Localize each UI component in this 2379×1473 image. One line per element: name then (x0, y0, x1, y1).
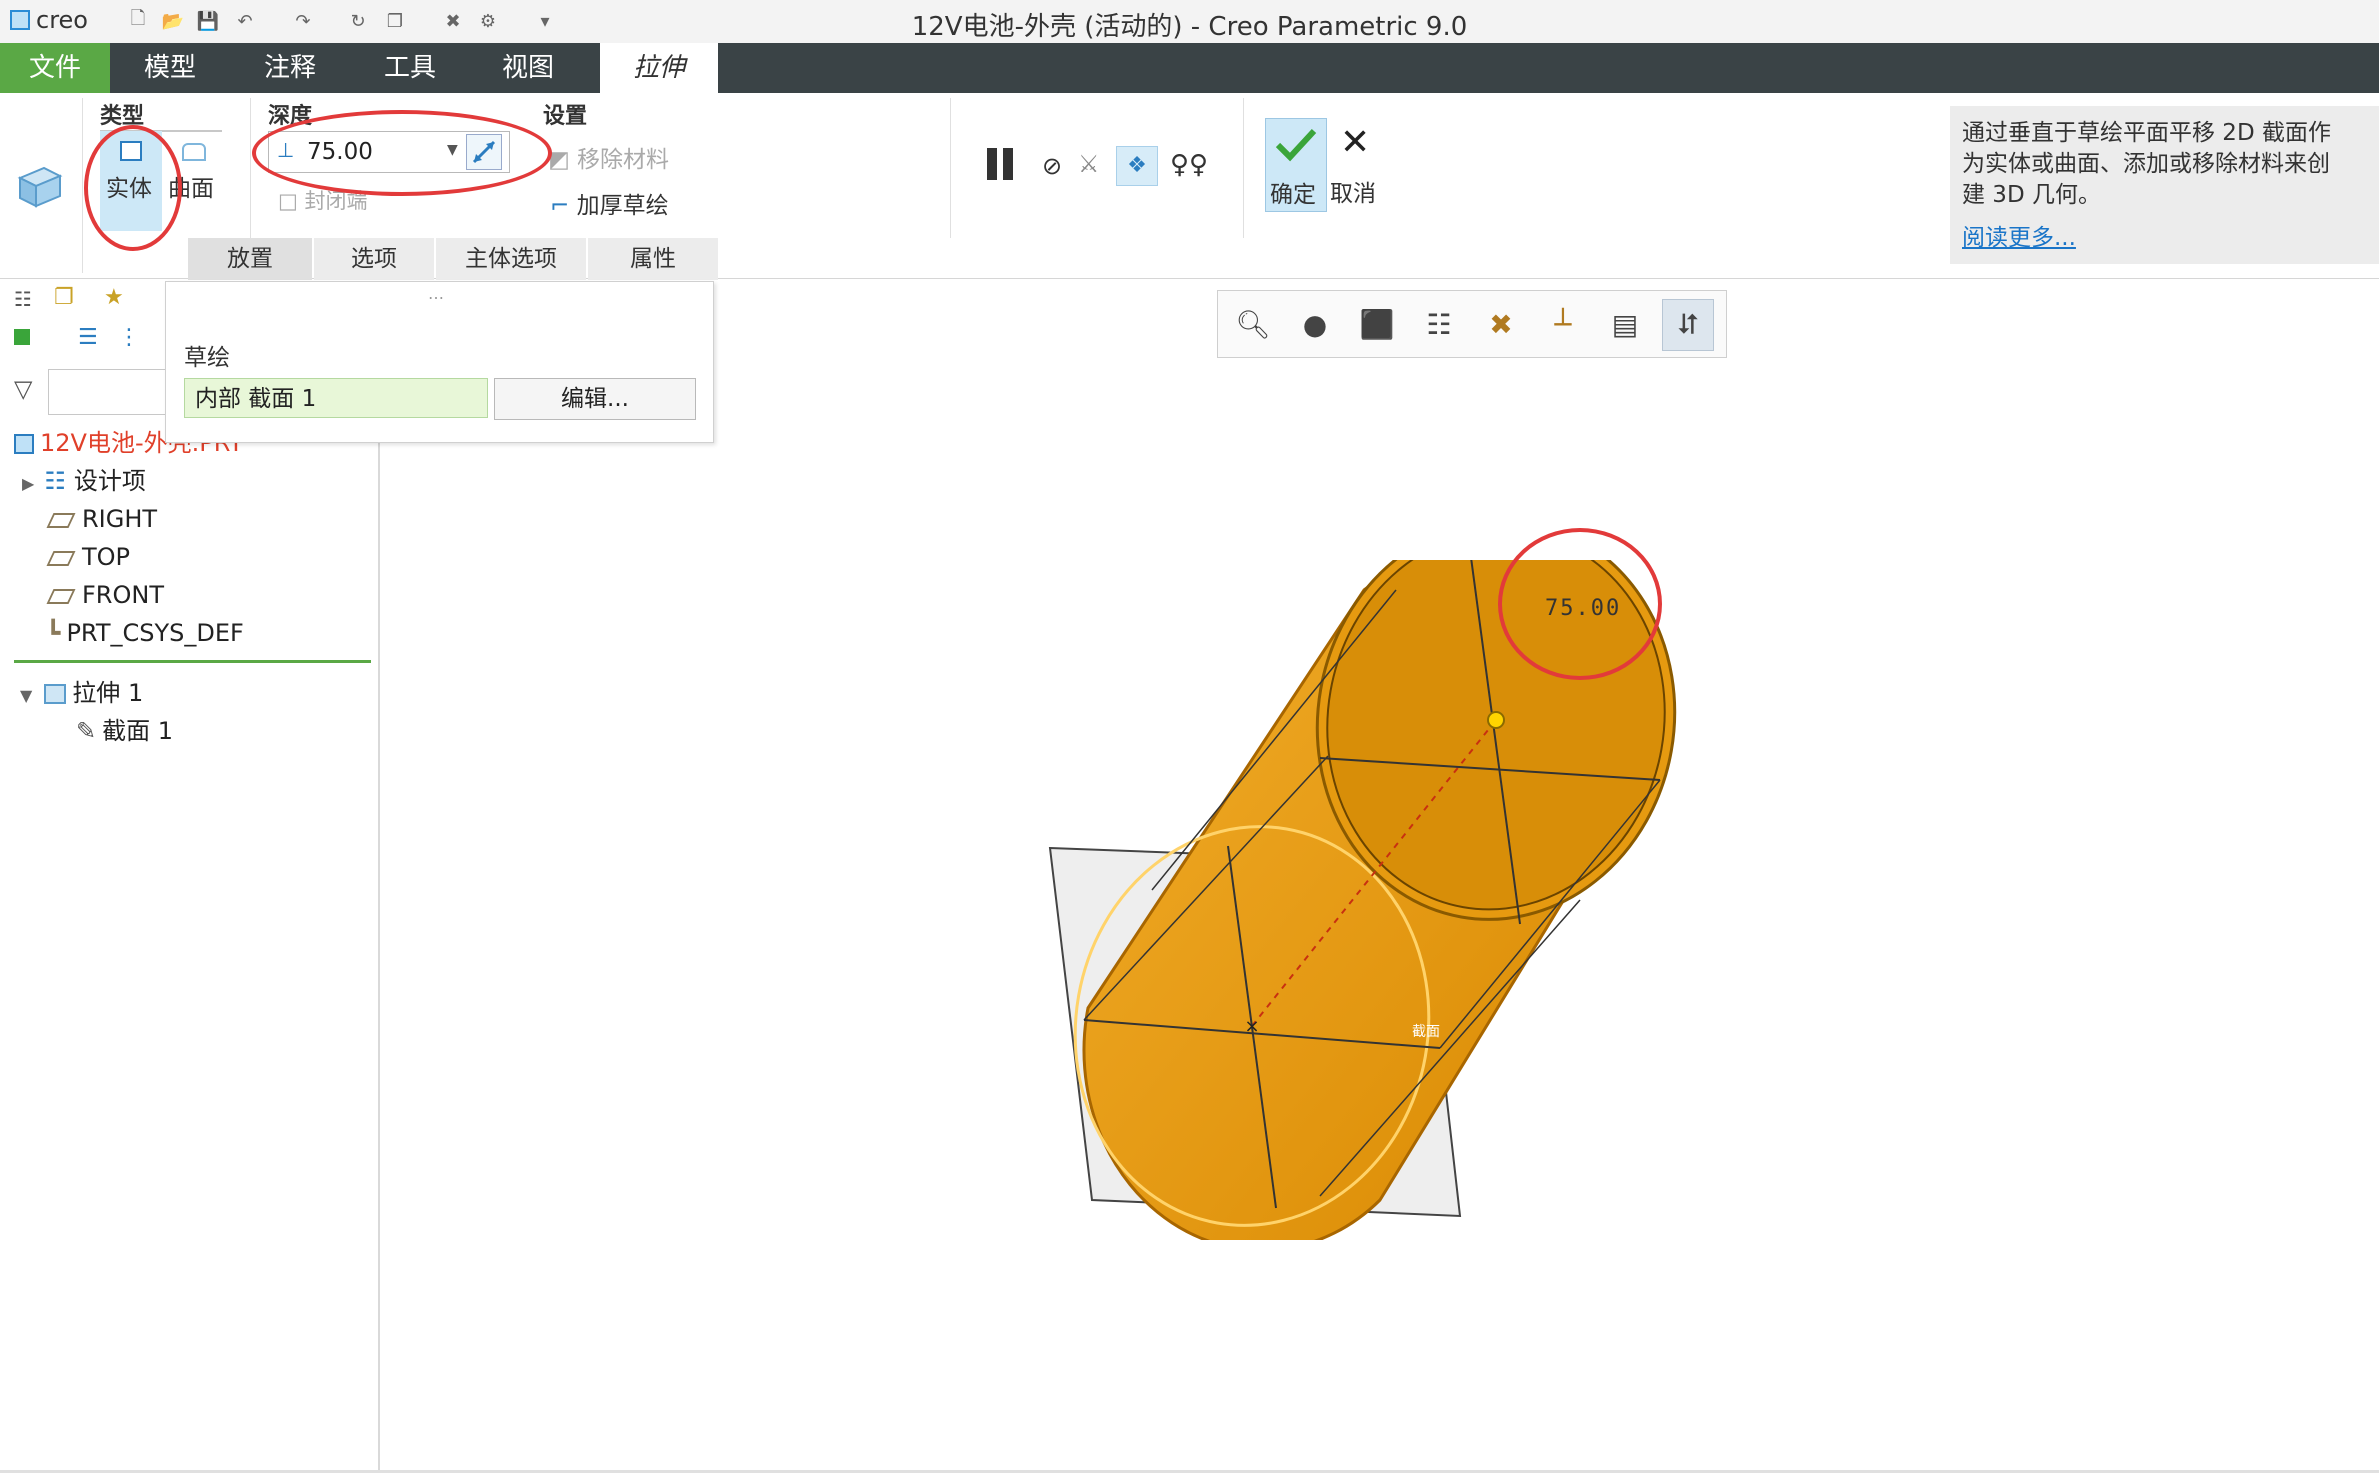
ribbon-separator (1243, 98, 1244, 238)
tree-item-label: RIGHT (82, 505, 158, 533)
highlight-circle-dimension (1498, 528, 1662, 680)
read-more-link[interactable]: 阅读更多... (1962, 218, 2076, 252)
tree-feature-label: 拉伸 1 (72, 679, 144, 707)
sketch-label: 草绘 (184, 345, 230, 371)
subtab-body-options[interactable]: 主体选项 (436, 238, 586, 280)
sketch-collector[interactable]: 内部 截面 1 (184, 378, 488, 418)
tree-filter-icon[interactable]: ⋮ (118, 325, 140, 350)
tab-view[interactable]: 视图 (478, 43, 578, 93)
tab-extrude[interactable]: 拉伸 (600, 43, 718, 93)
attached-preview-icon[interactable]: ⚔ (1078, 150, 1100, 178)
folder-browser-tab-icon[interactable]: ❐ (54, 285, 74, 310)
ribbon-separator (950, 98, 951, 238)
annotation-display-icon[interactable]: ▤ (1600, 299, 1650, 349)
spin-center-icon[interactable]: ⮃ (1662, 299, 1714, 351)
no-preview-icon[interactable]: ⊘ (1042, 152, 1062, 180)
ribbon-separator (82, 98, 83, 273)
model-display-icon[interactable] (14, 329, 30, 345)
insert-here-indicator (14, 660, 371, 663)
pause-icon[interactable] (985, 148, 1017, 180)
cancel-x-icon: ✕ (1340, 122, 1371, 163)
svg-text:×: × (1244, 1016, 1259, 1037)
tree-item-top[interactable]: TOP (46, 539, 131, 575)
subtab-options[interactable]: 选项 (314, 238, 434, 280)
display-style-icon[interactable]: ● (1290, 299, 1340, 349)
thicken-sketch-button[interactable]: ⌐ 加厚草绘 (550, 186, 669, 220)
tree-item-section-1[interactable]: ✎ 截面 1 (76, 713, 173, 749)
datum-plane-icon (46, 550, 76, 566)
tree-item-front[interactable]: FRONT (46, 577, 164, 613)
tree-item-label: 设计项 (73, 467, 146, 495)
help-text: 通过垂直于草绘平面平移 2D 截面作为实体或曲面、添加或移除材料来创建 3D 几… (1962, 120, 2331, 208)
help-panel: 通过垂直于草绘平面平移 2D 截面作为实体或曲面、添加或移除材料来创建 3D 几… (1950, 106, 2379, 264)
highlight-circle-solid (84, 125, 182, 251)
ribbon-separator (250, 98, 251, 238)
ok-label: 确定 (1270, 182, 1316, 208)
extrude-feature-icon (14, 160, 66, 212)
window-title: 12V电池-外壳 (活动的) - Creo Parametric 9.0 (911, 12, 1468, 42)
coordinate-system-icon: ┗ (46, 619, 61, 647)
tree-subfeature-label: 截面 1 (102, 717, 174, 745)
tab-model[interactable]: 模型 (120, 43, 220, 93)
verify-glasses-icon[interactable]: ♀♀ (1170, 150, 1208, 180)
settings-group-label: 设置 (543, 104, 588, 129)
collapse-arrow-icon[interactable]: ▼ (20, 686, 32, 705)
remove-material-button[interactable]: ◩ 移除材料 (548, 140, 669, 174)
csys-display-icon[interactable]: ┴ (1538, 299, 1588, 349)
subtab-properties[interactable]: 属性 (588, 238, 718, 280)
tree-item-label: FRONT (82, 581, 164, 609)
extrude-icon (44, 684, 67, 704)
zoom-icon[interactable]: 🔍︎ (1228, 299, 1278, 349)
tab-annotate[interactable]: 注释 (240, 43, 340, 93)
section-label: 截面 (1412, 1024, 1440, 1040)
cancel-button[interactable]: ✕ 取消 (1330, 118, 1390, 210)
design-items-icon: ☷ (44, 467, 66, 495)
saved-orientations-icon[interactable]: ⬛ (1352, 299, 1402, 349)
title-bar: creo 🗋 📂 💾 ↶ ↷ ↻ ❐ ✖ ⚙ ▾ 12V电池-外壳 (活动的) … (0, 0, 2379, 44)
tab-file[interactable]: 文件 (0, 43, 110, 93)
remove-material-icon: ◩ (548, 147, 578, 173)
tree-item-label: TOP (82, 543, 131, 571)
cancel-label: 取消 (1330, 181, 1376, 207)
tree-search-input[interactable] (48, 369, 170, 415)
model-tree-panel: ☷ ❐ ★ ☰ ⋮ ▽ 12V电池-外壳.PRT ▶ ☷ 设计项 RIGHT TOP… (0, 281, 380, 1473)
panel-grip-icon[interactable]: … (428, 284, 444, 303)
highlight-circle-depth (252, 110, 552, 196)
thicken-sketch-icon: ⌐ (550, 193, 577, 219)
ok-button[interactable]: 确定 (1265, 118, 1327, 212)
view-manager-icon[interactable]: ☷ (1414, 299, 1464, 349)
cap-ends-icon: □ (278, 189, 305, 213)
datum-plane-icon (46, 512, 76, 528)
remove-material-label: 移除材料 (577, 147, 670, 173)
datum-plane-icon (46, 588, 76, 604)
part-icon (14, 434, 34, 454)
surface-icon (182, 143, 206, 161)
tree-item-right[interactable]: RIGHT (46, 501, 158, 537)
checkmark-icon (1275, 128, 1317, 162)
tree-item-csys[interactable]: ┗ PRT_CSYS_DEF (46, 615, 244, 651)
tab-tools[interactable]: 工具 (360, 43, 460, 93)
graphics-toolbar: 🔍︎ ● ⬛ ☷ ✖ ┴ ▤ ⮃ (1217, 290, 1727, 358)
model-tree-tab-icon[interactable]: ☷ (14, 287, 32, 311)
expand-arrow-icon[interactable]: ▶ (22, 474, 34, 493)
tree-item-extrude-1[interactable]: ▼ 拉伸 1 (20, 675, 143, 711)
datum-display-icon[interactable]: ✖ (1476, 299, 1526, 349)
feature-preview-icon[interactable]: ❖ (1116, 146, 1158, 186)
sketch-icon: ✎ (76, 717, 97, 745)
tree-item-label: PRT_CSYS_DEF (66, 619, 244, 647)
tree-item-design-items[interactable]: ▶ ☷ 设计项 (22, 463, 146, 499)
edit-sketch-button[interactable]: 编辑... (494, 378, 696, 420)
menu-bar: 文件 模型 注释 工具 视图 拉伸 (0, 43, 2379, 93)
thicken-sketch-label: 加厚草绘 (576, 193, 669, 219)
tree-settings-icon[interactable]: ☰ (78, 325, 98, 350)
filter-icon: ▽ (14, 375, 33, 403)
subtab-placement[interactable]: 放置 (188, 238, 312, 280)
favorites-tab-icon[interactable]: ★ (104, 285, 124, 310)
